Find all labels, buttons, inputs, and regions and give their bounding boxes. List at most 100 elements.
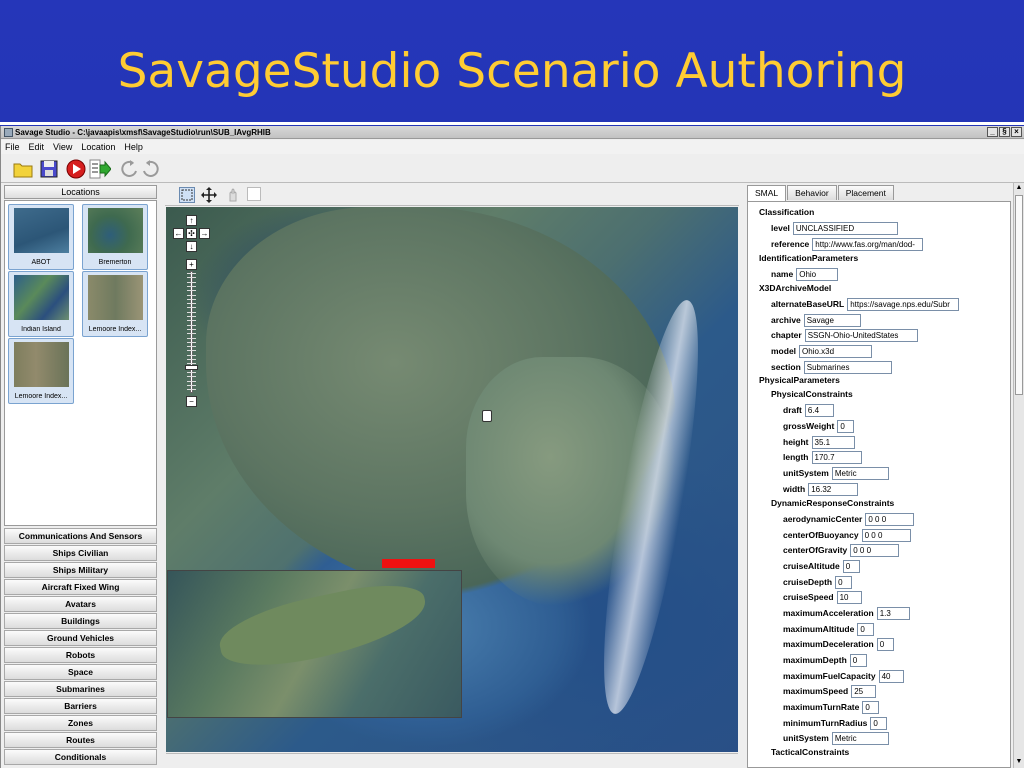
- group-x3d-archive-model[interactable]: X3DArchiveModel: [759, 283, 831, 293]
- cruise-altitude-field[interactable]: 0: [842, 559, 860, 573]
- location-lemoore-index-1[interactable]: Lemoore Index...: [82, 271, 148, 337]
- location-bremerton[interactable]: Bremerton: [82, 204, 148, 270]
- maximum-altitude-field[interactable]: 0: [857, 622, 875, 636]
- section-field[interactable]: Submarines: [803, 360, 892, 374]
- draft-field[interactable]: 6.4: [804, 403, 834, 417]
- alternate-base-url-field[interactable]: https://savage.nps.edu/Subr: [847, 297, 960, 311]
- category-robots[interactable]: Robots: [4, 647, 157, 663]
- menu-file[interactable]: File: [5, 142, 20, 152]
- run-icon[interactable]: [65, 158, 87, 180]
- pan-hand-icon[interactable]: [225, 187, 241, 203]
- category-zones[interactable]: Zones: [4, 715, 157, 731]
- maximum-deceleration-field[interactable]: 0: [876, 637, 894, 651]
- length-field[interactable]: 170.7: [811, 450, 862, 464]
- menu-view[interactable]: View: [53, 142, 72, 152]
- model-field[interactable]: Ohio.x3d: [799, 344, 873, 358]
- category-ground-vehicles[interactable]: Ground Vehicles: [4, 630, 157, 646]
- satellite-map[interactable]: ↑ ← ✣ → ↓ + −: [166, 207, 738, 752]
- pan-up-button[interactable]: ↑: [186, 215, 197, 226]
- category-buildings[interactable]: Buildings: [4, 613, 157, 629]
- map-horizontal-scrollbar[interactable]: [166, 753, 738, 767]
- blank-tool-icon[interactable]: [247, 187, 261, 201]
- scroll-down-icon[interactable]: ▼: [1014, 757, 1024, 767]
- zoom-thumb[interactable]: [185, 365, 198, 371]
- zoom-slider[interactable]: + −: [185, 259, 199, 409]
- pan-down-button[interactable]: ↓: [186, 241, 197, 252]
- properties-vertical-scrollbar[interactable]: ▲ ▼: [1013, 183, 1024, 768]
- name-field[interactable]: Ohio: [796, 267, 839, 281]
- category-routes[interactable]: Routes: [4, 732, 157, 748]
- group-tactical-constraints[interactable]: TacticalConstraints: [771, 747, 849, 757]
- cruise-depth-field[interactable]: 0: [835, 575, 853, 589]
- center-of-gravity-field[interactable]: 0 0 0: [850, 543, 900, 557]
- unit-system-field[interactable]: Metric: [831, 731, 889, 745]
- cruise-speed-field[interactable]: 10: [836, 590, 862, 604]
- zoom-tick: [187, 277, 196, 279]
- chapter-field[interactable]: SSGN-Ohio-UnitedStates: [804, 328, 918, 342]
- undo-icon[interactable]: [118, 158, 140, 180]
- pan-right-button[interactable]: →: [199, 228, 210, 239]
- pan-center-button[interactable]: ✣: [186, 228, 197, 239]
- open-folder-icon[interactable]: [12, 158, 34, 180]
- close-button[interactable]: ×: [1011, 127, 1022, 137]
- select-region-icon[interactable]: [179, 187, 195, 203]
- gross-weight-field[interactable]: 0: [837, 419, 855, 433]
- width-field[interactable]: 16.32: [808, 482, 859, 496]
- maximum-turn-rate-field[interactable]: 0: [862, 700, 880, 714]
- group-identification-parameters[interactable]: IdentificationParameters: [759, 253, 858, 263]
- height-field[interactable]: 35.1: [811, 435, 855, 449]
- category-ships-civilian[interactable]: Ships Civilian: [4, 545, 157, 561]
- location-abot[interactable]: ABOT: [8, 204, 74, 270]
- location-label: Lemoore Index...: [88, 326, 142, 333]
- tab-behavior[interactable]: Behavior: [787, 185, 837, 200]
- group-classification[interactable]: Classification: [759, 207, 814, 217]
- selection-marker[interactable]: [382, 559, 435, 568]
- category-aircraft-fixed-wing[interactable]: Aircraft Fixed Wing: [4, 579, 157, 595]
- locations-header[interactable]: Locations: [4, 185, 157, 199]
- tab-placement[interactable]: Placement: [837, 185, 894, 200]
- maximum-fuel-capacity-field[interactable]: 40: [878, 669, 904, 683]
- aerodynamic-center-field[interactable]: 0 0 0: [865, 512, 915, 526]
- minimize-button[interactable]: _: [987, 127, 998, 137]
- location-indian-island[interactable]: Indian Island: [8, 271, 74, 337]
- menu-edit[interactable]: Edit: [29, 142, 45, 152]
- redo-icon[interactable]: [140, 158, 162, 180]
- save-icon[interactable]: [38, 158, 60, 180]
- tab-smal[interactable]: SMAL: [747, 185, 787, 201]
- category-submarines[interactable]: Submarines: [4, 681, 157, 697]
- category-space[interactable]: Space: [4, 664, 157, 680]
- reference-field[interactable]: http://www.fas.org/man/dod-: [812, 237, 924, 251]
- field-label: height: [783, 437, 809, 447]
- maximum-depth-field[interactable]: 0: [849, 653, 867, 667]
- unit-system-field[interactable]: Metric: [831, 466, 889, 480]
- export-data-icon[interactable]: [89, 158, 111, 180]
- scroll-thumb[interactable]: [1015, 195, 1023, 395]
- move-icon[interactable]: [201, 187, 217, 203]
- zoom-out-button[interactable]: −: [186, 396, 197, 407]
- pan-left-button[interactable]: ←: [173, 228, 184, 239]
- location-thumbnail: [88, 275, 143, 320]
- group-physical-parameters[interactable]: PhysicalParameters: [759, 375, 840, 385]
- maximum-speed-field[interactable]: 25: [851, 684, 877, 698]
- category-avatars[interactable]: Avatars: [4, 596, 157, 612]
- level-field[interactable]: UNCLASSIFIED: [792, 221, 898, 235]
- center-of-buoyancy-field[interactable]: 0 0 0: [861, 528, 911, 542]
- location-lemoore-index-2[interactable]: Lemoore Index...: [8, 338, 74, 404]
- menu-location[interactable]: Location: [81, 142, 115, 152]
- menu-help[interactable]: Help: [124, 142, 143, 152]
- scroll-up-icon[interactable]: ▲: [1014, 183, 1024, 193]
- group-physical-constraints[interactable]: PhysicalConstraints: [771, 389, 853, 399]
- map-inset-image[interactable]: [167, 570, 462, 718]
- maximize-button[interactable]: §: [999, 127, 1010, 137]
- category-barriers[interactable]: Barriers: [4, 698, 157, 714]
- map-entity-marker[interactable]: [482, 410, 492, 422]
- minimum-turn-radius-field[interactable]: 0: [870, 716, 888, 730]
- category-conditionals[interactable]: Conditionals: [4, 749, 157, 765]
- category-ships-military[interactable]: Ships Military: [4, 562, 157, 578]
- archive-field[interactable]: Savage: [803, 313, 861, 327]
- category-communications-and-sensors[interactable]: Communications And Sensors: [4, 528, 157, 544]
- zoom-in-button[interactable]: +: [186, 259, 197, 270]
- group-dynamic-response-constraints[interactable]: DynamicResponseConstraints: [771, 498, 894, 508]
- window-titlebar[interactable]: Savage Studio - C:\javaapis\xmsf\SavageS…: [1, 126, 1024, 139]
- maximum-acceleration-field[interactable]: 1.3: [876, 606, 910, 620]
